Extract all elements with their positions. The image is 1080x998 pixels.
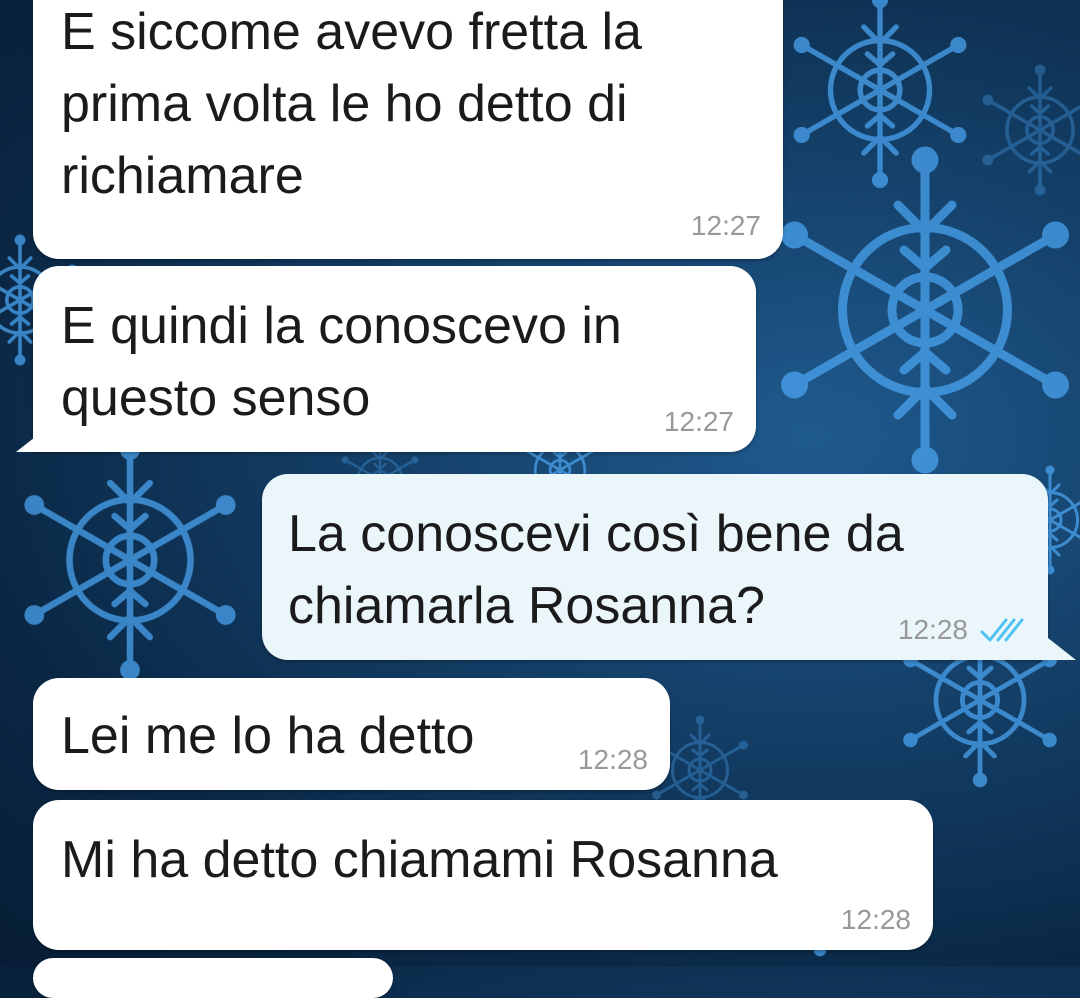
message-text: Mi ha detto chiamami Rosanna — [61, 831, 778, 889]
double-check-icon — [980, 618, 1024, 642]
message-bubble-outgoing[interactable]: La conoscevi così bene da chiamarla Rosa… — [262, 474, 1048, 660]
message-text: Lei me lo ha detto — [61, 707, 475, 765]
message-bubble-incoming[interactable]: Mi ha detto chiamami Rosanna 12:28 — [33, 800, 933, 950]
message-bubble-incoming[interactable]: Lei me lo ha detto 12:28 — [33, 678, 670, 790]
message-text: La conoscevi così bene da chiamarla Rosa… — [288, 505, 904, 635]
message-timestamp: 12:28 — [897, 614, 968, 645]
message-bubble-incoming[interactable]: E siccome avevo fretta la prima volta le… — [33, 0, 783, 259]
message-timestamp: 12:28 — [840, 904, 911, 935]
message-bubble-incoming[interactable]: E quindi la conoscevo in questo senso 12… — [33, 266, 756, 452]
bubble-tail — [16, 430, 44, 452]
message-bubble-incoming[interactable] — [33, 958, 393, 998]
message-text: E quindi la conoscevo in questo senso — [61, 297, 622, 427]
message-text: E siccome avevo fretta la prima volta le… — [61, 3, 642, 205]
message-timestamp: 12:28 — [577, 744, 648, 775]
message-timestamp: 12:27 — [690, 210, 761, 241]
message-timestamp: 12:27 — [663, 406, 734, 437]
bubble-tail — [1048, 638, 1076, 660]
